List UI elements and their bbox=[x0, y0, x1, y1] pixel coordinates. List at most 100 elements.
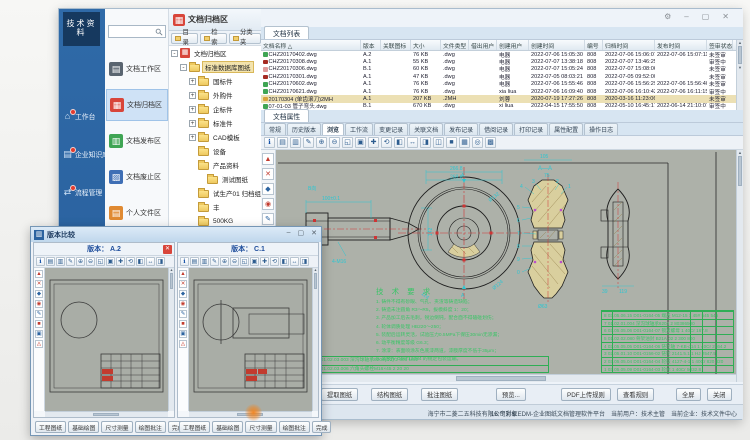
cad-drawing-area[interactable]: 100±0.1 142 4-M16 B向 bbox=[276, 150, 736, 374]
viewer-horizontal-scrollbar[interactable] bbox=[276, 374, 736, 382]
column-header[interactable]: 借出用户 bbox=[469, 40, 497, 50]
tab-常规[interactable]: 常规 bbox=[264, 123, 286, 135]
column-header[interactable]: 归档时间 bbox=[603, 40, 655, 50]
pane-vertical-scrollbar[interactable]: ▲ bbox=[312, 268, 318, 411]
column-header[interactable]: 签审状态 bbox=[707, 40, 733, 50]
tab-search[interactable]: 检索 bbox=[200, 33, 227, 44]
rotate-icon[interactable]: ⟲ bbox=[381, 137, 392, 148]
stamp-check-icon[interactable]: ◆ bbox=[35, 290, 43, 298]
measure-icon[interactable]: ↔ bbox=[290, 257, 299, 266]
table-row[interactable]: CHZ20170602.dwgA.176 KB.dwg电器2022-07-06 … bbox=[261, 81, 736, 88]
compare-icon[interactable]: ◫ bbox=[433, 137, 444, 148]
tree-node[interactable]: 试生产01 归档组 bbox=[169, 186, 261, 200]
zoom-out-icon[interactable]: ⊖ bbox=[230, 257, 239, 266]
zoom-in-icon[interactable]: ⊕ bbox=[76, 257, 85, 266]
fill-icon[interactable]: ■ bbox=[446, 137, 457, 148]
column-header[interactable]: 大小 bbox=[411, 40, 441, 50]
button-工程图纸[interactable]: 工程图纸 bbox=[35, 421, 66, 433]
tree-node[interactable]: 产品资料 bbox=[169, 158, 261, 172]
minimize-icon[interactable]: – bbox=[684, 12, 688, 21]
workspace-item-doc-archive[interactable]: ▦文档归档区 bbox=[106, 89, 168, 121]
tree-node[interactable]: 丰 bbox=[169, 200, 261, 214]
column-header[interactable]: 版本 bbox=[361, 40, 381, 50]
zoom-fit-icon[interactable]: ▣ bbox=[106, 257, 115, 266]
stamp-reject-icon[interactable]: ✕ bbox=[262, 168, 274, 180]
workspace-item-personal-files[interactable]: ▤个人文件区 bbox=[106, 197, 168, 229]
info-icon[interactable]: ℹ bbox=[264, 137, 275, 148]
button-完成[interactable]: 完成 bbox=[312, 421, 332, 433]
tab-关联文档[interactable]: 关联文档 bbox=[409, 123, 443, 135]
stamp-flag-icon[interactable]: ◬ bbox=[179, 340, 187, 348]
column-header[interactable]: 文件类型 bbox=[441, 40, 469, 50]
compare-title-bar[interactable]: ▥ 版本比较 – ▢ ✕ bbox=[31, 227, 321, 242]
button-批注图纸[interactable]: 批注图纸 bbox=[421, 388, 458, 401]
open-icon[interactable]: ▤ bbox=[277, 137, 288, 148]
markup-icon[interactable]: ◨ bbox=[156, 257, 165, 266]
column-header[interactable]: 创建时间 bbox=[529, 40, 585, 50]
tree-node[interactable]: -▦文档归档区 bbox=[169, 46, 261, 60]
stamp-note-icon[interactable]: ✎ bbox=[262, 213, 274, 225]
tab-catalog[interactable]: 目录 bbox=[171, 33, 198, 44]
tree-node[interactable]: +CAD模板 bbox=[169, 130, 261, 144]
pan-icon[interactable]: ✚ bbox=[368, 137, 379, 148]
hatch-icon[interactable]: ▩ bbox=[485, 137, 496, 148]
button-PDF上传规则[interactable]: PDF上传规则 bbox=[561, 388, 611, 401]
tree-node[interactable]: +企标件 bbox=[169, 102, 261, 116]
button-工程图纸[interactable]: 工程图纸 bbox=[179, 421, 210, 433]
stamp-reject-icon[interactable]: ✕ bbox=[179, 280, 187, 288]
sidebar-item-workflow[interactable]: ⇄流程管理 bbox=[59, 177, 105, 207]
compare-drawing-right[interactable] bbox=[189, 268, 312, 411]
layers-icon[interactable]: ◧ bbox=[280, 257, 289, 266]
stamp-check-icon[interactable]: ◆ bbox=[262, 183, 274, 195]
tab-借阅记录[interactable]: 借阅记录 bbox=[479, 123, 513, 135]
zoom-out-icon[interactable]: ⊖ bbox=[329, 137, 340, 148]
zoom-in-icon[interactable]: ⊕ bbox=[220, 257, 229, 266]
table-row[interactable]: 07-01-03 管子弯头.dwgB.1670 KB.dwgxi liua202… bbox=[261, 103, 736, 110]
tree-node[interactable]: 设备 bbox=[169, 144, 261, 158]
measure-icon[interactable]: ↔ bbox=[146, 257, 155, 266]
button-绘图批注[interactable]: 绘图批注 bbox=[135, 421, 166, 433]
tab-操作日志[interactable]: 操作日志 bbox=[584, 123, 618, 135]
tab-变更记录[interactable]: 变更记录 bbox=[374, 123, 408, 135]
close-icon[interactable]: ✕ bbox=[311, 229, 317, 237]
button-提取图纸[interactable]: 提取图纸 bbox=[321, 388, 358, 401]
zoom-window-icon[interactable]: ◱ bbox=[240, 257, 249, 266]
markup-icon[interactable]: ◨ bbox=[300, 257, 309, 266]
button-基础绘图[interactable]: 基础绘图 bbox=[212, 421, 243, 433]
button-结构图纸[interactable]: 结构图纸 bbox=[371, 388, 408, 401]
tab-打印记录[interactable]: 打印记录 bbox=[514, 123, 548, 135]
tab-category[interactable]: 分类夹 bbox=[229, 33, 261, 44]
stamp-approve-icon[interactable]: ▲ bbox=[35, 270, 43, 278]
stamp-seal-icon[interactable]: ◉ bbox=[262, 198, 274, 210]
stamp-seal-icon[interactable]: ◉ bbox=[179, 300, 187, 308]
close-icon[interactable]: ✕ bbox=[722, 12, 729, 21]
sidebar-item-knowledge-base[interactable]: ▤企业知识库 bbox=[59, 139, 105, 169]
workspace-item-doc-publish[interactable]: ▥文档发布区 bbox=[106, 125, 168, 157]
button-关闭[interactable]: 关闭 bbox=[707, 388, 732, 401]
button-基础绘图[interactable]: 基础绘图 bbox=[68, 421, 99, 433]
button-查看规则[interactable]: 查看规则 bbox=[617, 388, 654, 401]
tree-node[interactable]: +标准件 bbox=[169, 116, 261, 130]
button-绘图批注[interactable]: 绘图批注 bbox=[279, 421, 310, 433]
column-header[interactable]: 创建用户 bbox=[497, 40, 529, 50]
compare-drawing-left[interactable] bbox=[45, 268, 168, 411]
expand-toggle[interactable]: + bbox=[189, 106, 196, 113]
info-icon[interactable]: ℹ bbox=[180, 257, 189, 266]
rotate-icon[interactable]: ⟲ bbox=[126, 257, 135, 266]
button-预览...[interactable]: 预览... bbox=[496, 388, 526, 401]
zoom-in-icon[interactable]: ⊕ bbox=[316, 137, 327, 148]
tree-node[interactable]: +外购件 bbox=[169, 88, 261, 102]
target-icon[interactable]: ◎ bbox=[472, 137, 483, 148]
stamp-check-icon[interactable]: ◆ bbox=[179, 290, 187, 298]
stamp-frame-icon[interactable]: ▣ bbox=[35, 330, 43, 338]
layers-icon[interactable]: ◧ bbox=[394, 137, 405, 148]
stamp-note-icon[interactable]: ✎ bbox=[179, 310, 187, 318]
button-尺寸测量[interactable]: 尺寸测量 bbox=[245, 421, 276, 433]
stamp-note-icon[interactable]: ✎ bbox=[35, 310, 43, 318]
stamp-flag-icon[interactable]: ◬ bbox=[35, 340, 43, 348]
expand-toggle[interactable]: - bbox=[180, 64, 187, 71]
zoom-out-icon[interactable]: ⊖ bbox=[86, 257, 95, 266]
edit-icon[interactable]: ✎ bbox=[303, 137, 314, 148]
maximize-icon[interactable]: ▢ bbox=[298, 229, 305, 237]
tree-node[interactable]: +国标件 bbox=[169, 74, 261, 88]
